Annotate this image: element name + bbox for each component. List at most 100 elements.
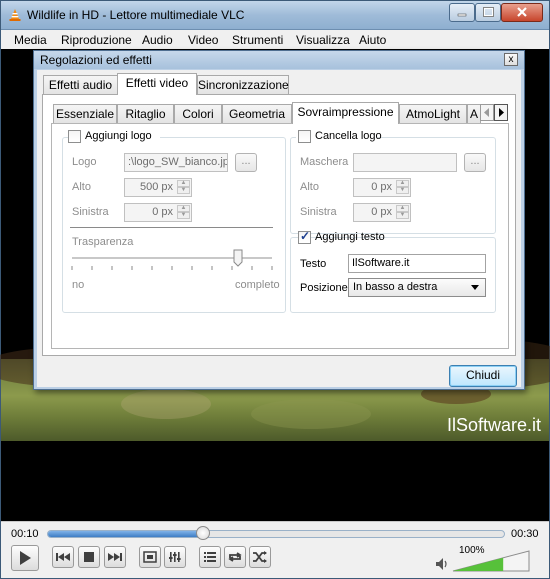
next-button[interactable] [104, 546, 126, 568]
close-icon [517, 7, 527, 17]
fullscreen-icon [143, 551, 157, 563]
chevron-right-icon [499, 108, 504, 117]
shuffle-button[interactable] [249, 546, 271, 568]
playlist-button[interactable] [199, 546, 221, 568]
spin-arrows-icon: ▲ ▼ [177, 205, 190, 220]
seek-handle[interactable] [196, 526, 210, 540]
slider-max-label: completo [235, 279, 280, 291]
transparency-slider[interactable] [70, 248, 275, 274]
chevron-left-icon [484, 108, 489, 117]
menu-audio[interactable]: Audio [142, 33, 173, 47]
logo-left-value: 0 px [152, 206, 173, 218]
close-button[interactable] [501, 3, 543, 22]
sovraimpressione-page: Aggiungi logo Logo :\logo_SW_bianco.jpg … [51, 123, 509, 349]
window-title: Wildlife in HD - Lettore multimediale VL… [27, 8, 245, 22]
spin-arrows-icon: ▲ ▼ [396, 180, 409, 195]
fullscreen-button[interactable] [139, 546, 161, 568]
erase-left-spinbox[interactable]: 0 px ▲ ▼ [353, 203, 411, 222]
title-bar: Wildlife in HD - Lettore multimediale VL… [1, 1, 549, 30]
position-select[interactable]: In basso a destra [348, 278, 486, 297]
maximize-button[interactable] [475, 3, 501, 22]
subtab-colori[interactable]: Colori [174, 104, 222, 124]
subtab-scroll-left[interactable] [480, 104, 494, 121]
chiudi-button[interactable]: Chiudi [449, 365, 517, 387]
dialog-title-bar: Regolazioni ed effetti x [34, 51, 524, 69]
seek-bar[interactable] [47, 526, 505, 540]
erase-left-label: Sinistra [300, 206, 337, 218]
transparency-slider-thumb[interactable] [233, 249, 243, 267]
effects-dialog: Regolazioni ed effetti x Effetti audio E… [33, 50, 525, 390]
subtab-sovraimpressione[interactable]: Sovraimpressione [292, 102, 399, 124]
logo-separator [70, 227, 273, 228]
loop-button[interactable] [224, 546, 246, 568]
subtab-ritaglio[interactable]: Ritaglio [117, 104, 174, 124]
mask-browse-button[interactable]: ... [464, 153, 486, 172]
time-elapsed: 00:10 [11, 528, 39, 540]
previous-button[interactable] [52, 546, 74, 568]
logo-left-spinbox[interactable]: 0 px ▲ ▼ [124, 203, 192, 222]
aggiungi-testo-group [290, 237, 496, 313]
menu-strumenti[interactable]: Strumenti [232, 33, 283, 47]
subtab-geometria[interactable]: Geometria [222, 104, 292, 124]
slider-min-label: no [72, 279, 85, 291]
subtab-essenziale[interactable]: Essenziale [53, 104, 117, 124]
subtab-more[interactable]: A [467, 104, 481, 124]
loop-icon [228, 552, 242, 562]
stop-button[interactable] [78, 546, 100, 568]
chevron-down-icon [471, 285, 479, 290]
seek-bar-fill [48, 531, 203, 537]
aggiungi-logo-checkbox[interactable] [68, 130, 81, 143]
erase-top-label: Alto [300, 181, 319, 193]
erase-top-value: 0 px [371, 181, 392, 193]
play-button[interactable] [11, 545, 39, 571]
slider-ticks [71, 266, 273, 270]
vlc-cone-icon [9, 9, 21, 21]
previous-icon [56, 553, 70, 561]
minimize-button[interactable] [449, 3, 475, 22]
menu-video[interactable]: Video [188, 33, 218, 47]
text-input[interactable]: IlSoftware.it [348, 254, 486, 273]
logo-label: Logo [72, 156, 97, 168]
tab-sincronizzazione[interactable]: Sincronizzazione [197, 75, 289, 95]
time-total: 00:30 [511, 528, 539, 540]
mask-path-field[interactable] [353, 153, 457, 172]
position-select-value: In basso a destra [353, 281, 438, 293]
playlist-icon [204, 552, 216, 562]
menu-riproduzione[interactable]: Riproduzione [61, 33, 132, 47]
tab-effetti-video[interactable]: Effetti video [117, 73, 197, 95]
shuffle-icon [253, 551, 267, 563]
logo-top-value: 500 px [139, 181, 173, 193]
mask-label: Maschera [300, 156, 349, 168]
aggiungi-testo-checkbox[interactable] [298, 229, 311, 244]
menu-bar: Media Riproduzione Audio Video Strumenti… [1, 30, 549, 49]
volume-slider[interactable] [451, 549, 531, 573]
video-watermark: IlSoftware.it [446, 415, 541, 435]
logo-path-field[interactable]: :\logo_SW_bianco.jpg [124, 153, 228, 172]
aggiungi-testo-label: Aggiungi testo [315, 231, 385, 243]
speaker-icon[interactable] [435, 557, 449, 571]
logo-top-label: Alto [72, 181, 91, 193]
cancella-logo-checkbox[interactable] [298, 130, 311, 143]
aggiungi-logo-label: Aggiungi logo [85, 130, 152, 142]
play-icon [20, 551, 31, 565]
logo-left-label: Sinistra [72, 206, 109, 218]
menu-media[interactable]: Media [14, 33, 47, 47]
tab-effetti-audio[interactable]: Effetti audio [43, 75, 118, 95]
logo-browse-button[interactable]: ... [235, 153, 257, 172]
extended-settings-button[interactable] [164, 546, 186, 568]
volume-control[interactable]: 100% [435, 545, 535, 574]
dialog-close-button[interactable]: x [504, 53, 518, 66]
next-icon [108, 553, 122, 561]
transparency-label: Trasparenza [72, 236, 134, 248]
text-label: Testo [300, 258, 327, 270]
menu-visualizza[interactable]: Visualizza [296, 33, 350, 47]
dialog-title: Regolazioni ed effetti [40, 53, 152, 67]
maximize-icon [483, 7, 494, 17]
subtab-scroll-right[interactable] [494, 104, 508, 121]
erase-top-spinbox[interactable]: 0 px ▲ ▼ [353, 178, 411, 197]
subtab-atmolight[interactable]: AtmoLight [399, 104, 467, 124]
equalizer-icon [169, 552, 181, 562]
menu-aiuto[interactable]: Aiuto [359, 33, 386, 47]
logo-top-spinbox[interactable]: 500 px ▲ ▼ [124, 178, 192, 197]
erase-left-value: 0 px [371, 206, 392, 218]
